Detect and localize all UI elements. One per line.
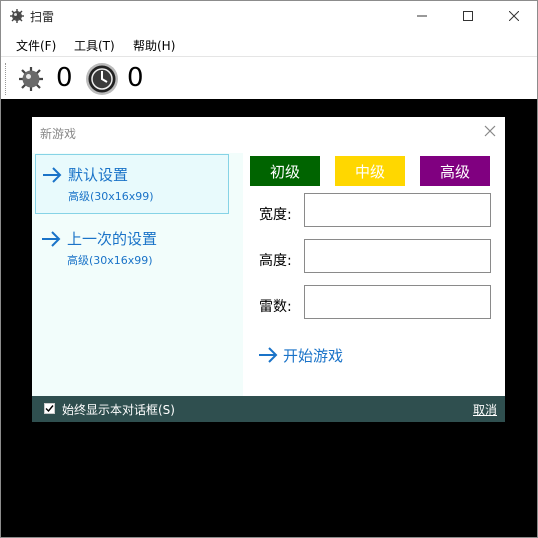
arrow-right-icon	[43, 167, 62, 183]
clock-icon	[86, 63, 118, 95]
maximize-button[interactable]	[445, 1, 491, 32]
dialog-title: 新游戏	[40, 127, 77, 141]
minimize-icon	[417, 15, 427, 17]
option-sublabel: 高级(30x16x99)	[68, 190, 154, 203]
level-beginner-button[interactable]: 初级	[250, 156, 320, 186]
dialog-close-icon[interactable]	[483, 124, 497, 138]
new-game-dialog: 新游戏 默认设置 高级(30x16x99) 上一次的设置 高级(30x16x99…	[32, 117, 505, 422]
toolbar-grip[interactable]	[5, 63, 9, 95]
dialog-footer: 始终显示本对话框(S) 取消	[32, 396, 505, 422]
arrow-right-icon	[259, 347, 278, 363]
toolbar: 0 0	[1, 56, 537, 100]
mines-field[interactable]	[304, 285, 491, 319]
always-show-label[interactable]: 始终显示本对话框(S)	[62, 401, 175, 418]
menu-file[interactable]: 文件(F)	[16, 37, 56, 54]
level-intermediate-button[interactable]: 中级	[335, 156, 405, 186]
menu-bar: 文件(F) 工具(T) 帮助(H)	[1, 32, 537, 56]
always-show-checkbox[interactable]	[44, 403, 55, 414]
option-label: 上一次的设置	[67, 230, 158, 248]
options-panel: 默认设置 高级(30x16x99) 上一次的设置 高级(30x16x99)	[32, 153, 243, 396]
menu-tools[interactable]: 工具(T)	[74, 37, 115, 54]
level-expert-button[interactable]: 高级	[420, 156, 490, 186]
time-counter: 0	[127, 63, 144, 93]
minimize-button[interactable]	[399, 1, 445, 32]
height-field[interactable]	[304, 239, 491, 273]
mines-label: 雷数:	[259, 299, 292, 315]
custom-settings-panel: 初级 中级 高级 宽度: 高度: 雷数: 开始游戏	[243, 153, 505, 396]
menu-help[interactable]: 帮助(H)	[133, 37, 175, 54]
option-label: 默认设置	[68, 166, 129, 184]
close-button[interactable]	[491, 1, 537, 32]
option-last-settings[interactable]: 上一次的设置 高级(30x16x99)	[35, 219, 227, 277]
title-bar[interactable]: 扫雷	[1, 1, 537, 32]
arrow-right-icon	[42, 231, 61, 247]
close-icon	[509, 11, 519, 21]
option-default-settings[interactable]: 默认设置 高级(30x16x99)	[35, 154, 229, 214]
mine-app-icon	[10, 9, 24, 23]
option-sublabel: 高级(30x16x99)	[67, 254, 153, 267]
width-field[interactable]	[304, 193, 491, 227]
height-label: 高度:	[259, 253, 292, 269]
width-label: 宽度:	[259, 207, 292, 223]
cancel-link[interactable]: 取消	[473, 401, 497, 418]
window-title: 扫雷	[30, 10, 55, 24]
maximize-icon	[463, 11, 473, 21]
mines-counter: 0	[56, 63, 73, 93]
mine-icon	[19, 67, 43, 91]
start-game-label: 开始游戏	[283, 347, 344, 365]
checkmark-icon	[45, 405, 54, 413]
